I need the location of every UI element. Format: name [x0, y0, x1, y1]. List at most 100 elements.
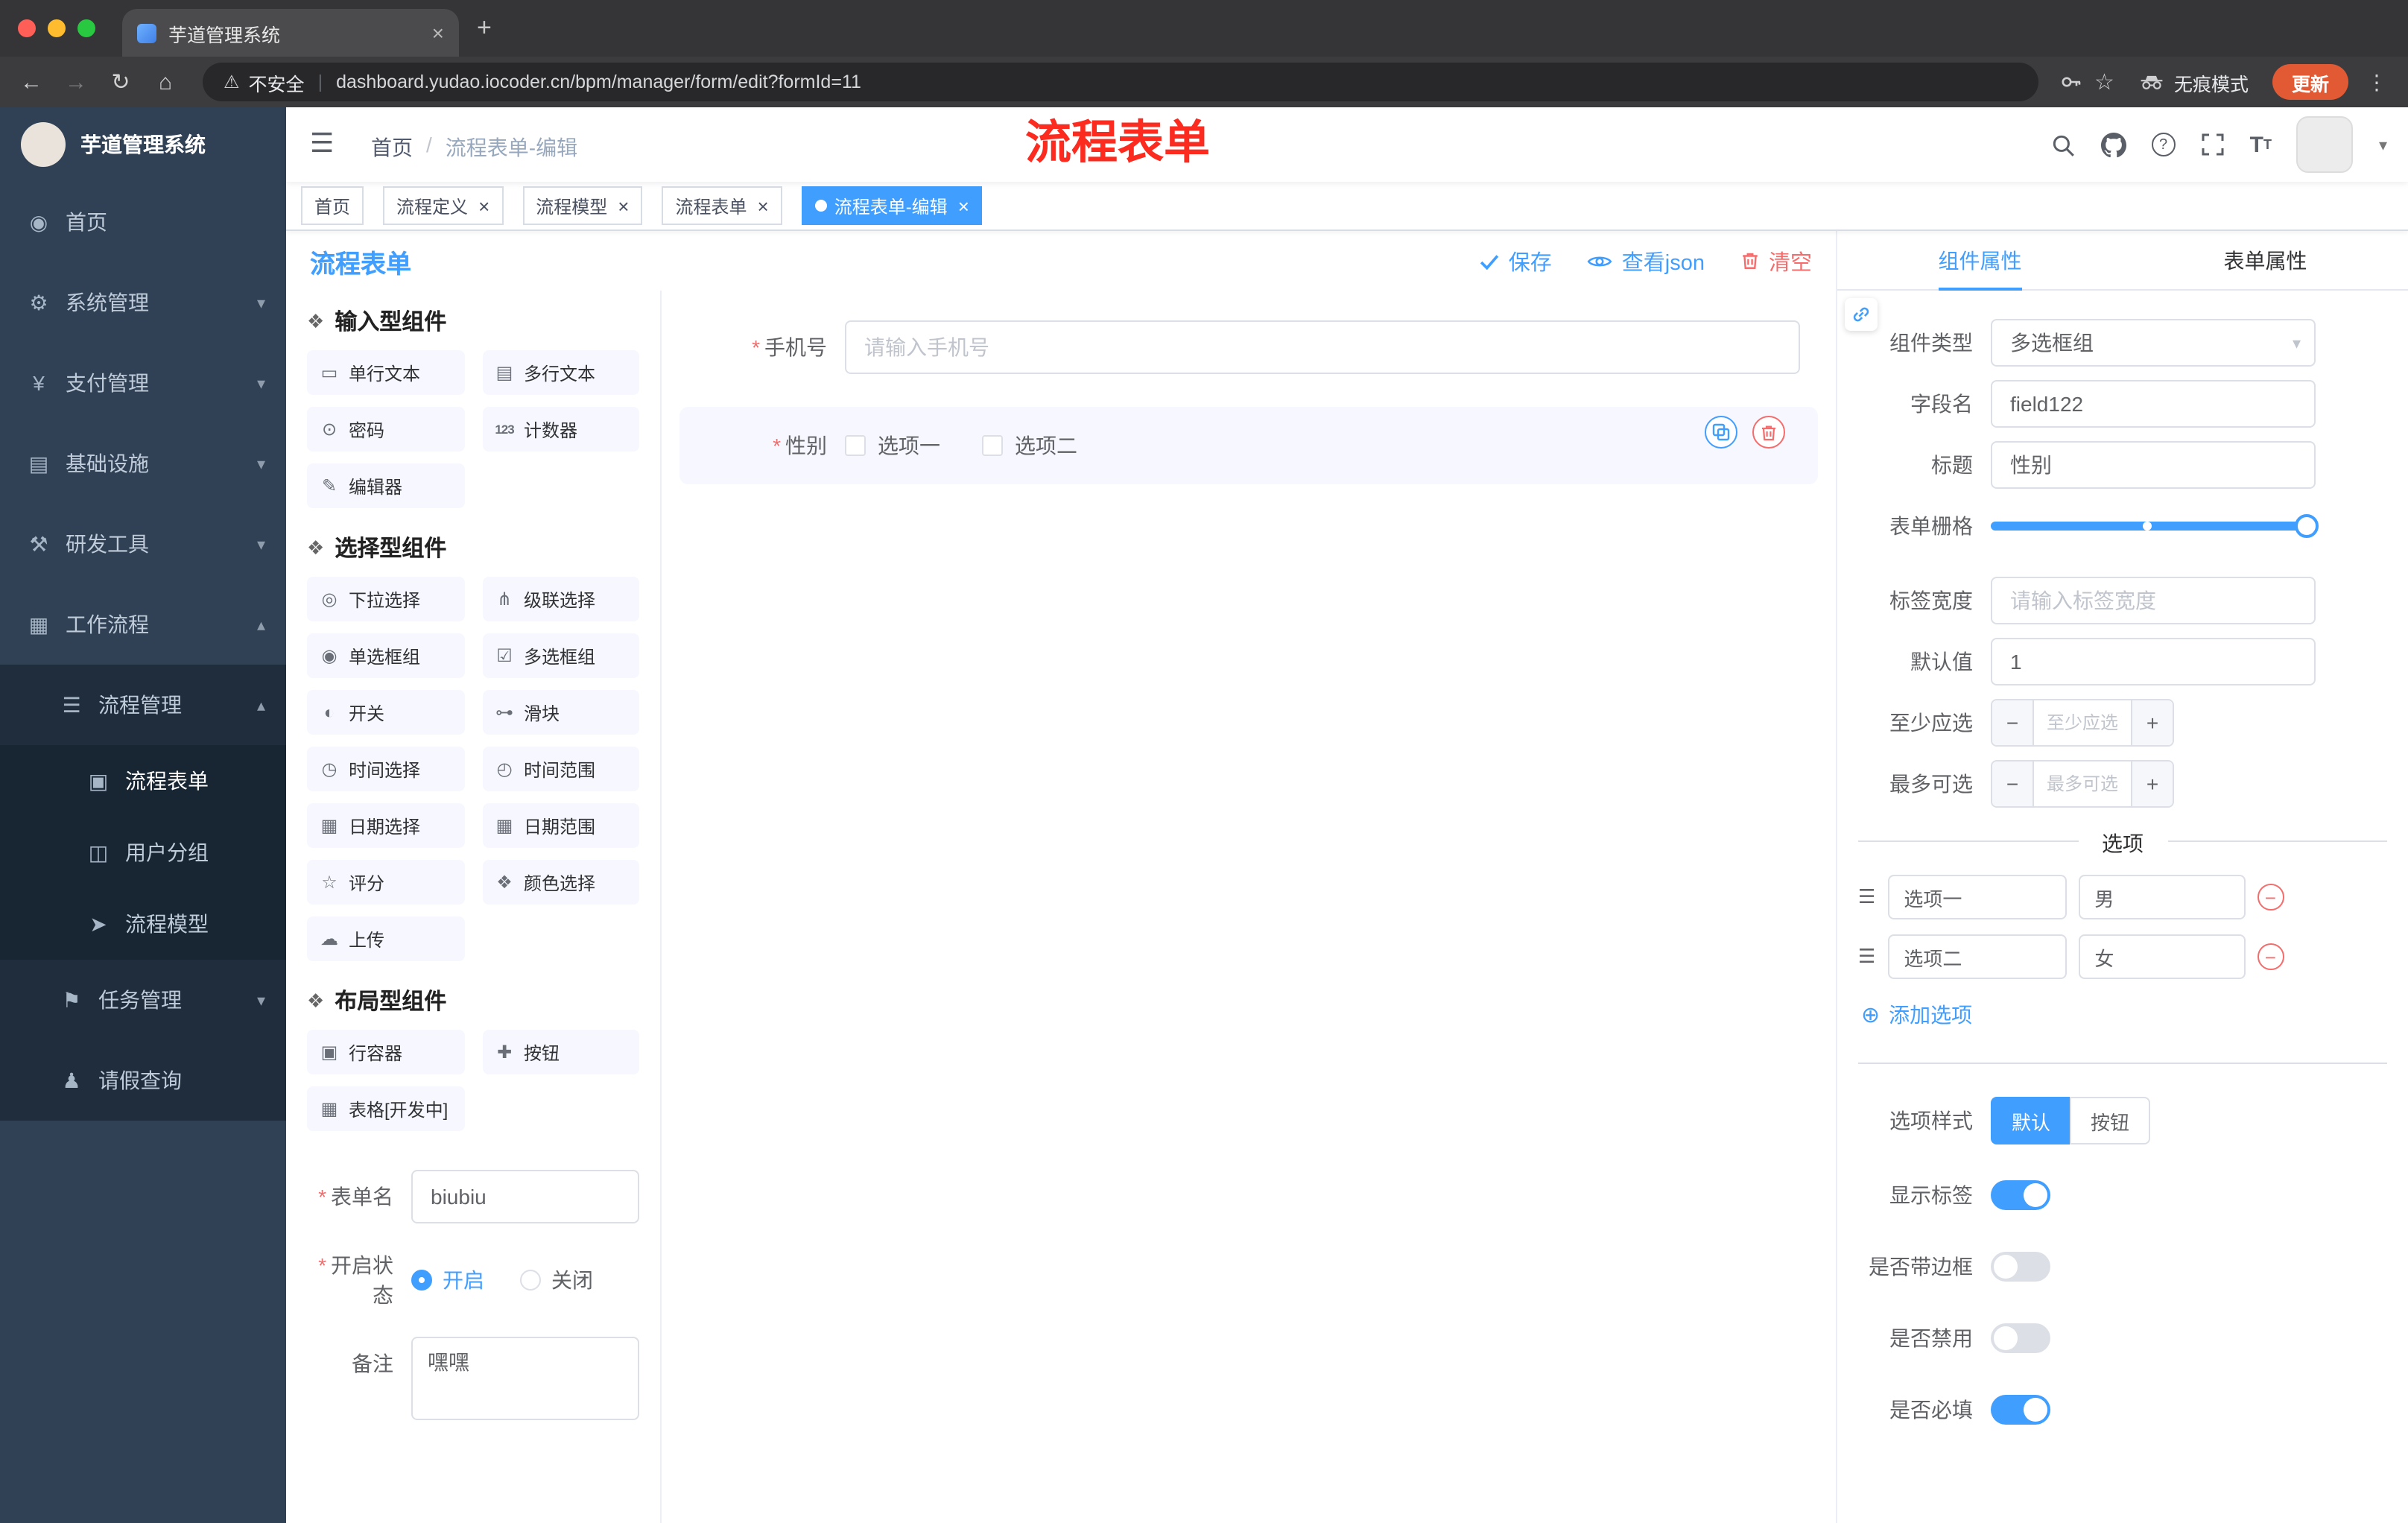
- component-checkbox-group[interactable]: ☑ 多选框组: [482, 633, 639, 678]
- search-icon[interactable]: [2050, 132, 2076, 157]
- component-counter[interactable]: 123 计数器: [482, 407, 639, 452]
- github-icon[interactable]: [2100, 132, 2126, 157]
- sidebar-item-dev-tools[interactable]: ⚒ 研发工具 ▾: [0, 504, 286, 584]
- tag-process-model[interactable]: 流程模型 ×: [522, 186, 643, 225]
- toggle-with-border[interactable]: [1991, 1252, 2050, 1282]
- add-option-button[interactable]: ⊕ 添加选项: [1861, 1000, 2408, 1030]
- max-select-input[interactable]: [2034, 762, 2131, 806]
- remove-option-icon[interactable]: −: [2257, 943, 2284, 970]
- bookmark-star-icon[interactable]: ☆: [2094, 69, 2114, 95]
- component-password[interactable]: ⊙ 密码: [307, 407, 464, 452]
- component-date-picker[interactable]: ▦ 日期选择: [307, 803, 464, 848]
- component-color-picker[interactable]: ❖ 颜色选择: [482, 860, 639, 905]
- close-icon[interactable]: ×: [478, 194, 489, 217]
- decrease-button[interactable]: −: [1992, 762, 2034, 806]
- component-editor[interactable]: ✎ 编辑器: [307, 463, 464, 508]
- tag-home[interactable]: 首页: [301, 186, 364, 225]
- font-size-icon[interactable]: TT: [2250, 132, 2272, 157]
- checkbox-option-2[interactable]: 选项二: [982, 431, 1077, 460]
- toggle-disabled[interactable]: [1991, 1323, 2050, 1353]
- remark-textarea[interactable]: 嘿嘿: [411, 1337, 639, 1420]
- component-select[interactable]: ◎ 下拉选择: [307, 577, 464, 621]
- drag-handle-icon[interactable]: ☰: [1858, 885, 1875, 909]
- view-json-button[interactable]: 查看json: [1588, 245, 1705, 276]
- sidebar-item-process-model[interactable]: ➤ 流程模型: [0, 888, 286, 960]
- breadcrumb-root[interactable]: 首页: [371, 133, 413, 162]
- option-label-input[interactable]: [1887, 875, 2067, 919]
- tab-component-props[interactable]: 组件属性: [1837, 231, 2123, 289]
- sidebar-item-process-form[interactable]: ▣ 流程表单: [0, 745, 286, 817]
- sidebar-item-user-group[interactable]: ◫ 用户分组: [0, 817, 286, 888]
- component-single-line-text[interactable]: ▭ 单行文本: [307, 350, 464, 395]
- component-table-dev[interactable]: ▦ 表格[开发中]: [307, 1086, 464, 1131]
- form-grid-slider[interactable]: [1991, 502, 2319, 550]
- tag-process-form[interactable]: 流程表单 ×: [662, 186, 782, 225]
- status-off-radio[interactable]: 关闭: [520, 1265, 593, 1295]
- slider-handle[interactable]: [2295, 514, 2319, 538]
- option-value-input[interactable]: [2078, 934, 2246, 979]
- sidebar-item-leave-query[interactable]: ♟ 请假查询: [0, 1040, 286, 1121]
- label-width-input[interactable]: [1991, 577, 2316, 624]
- component-cascader[interactable]: ⋔ 级联选择: [482, 577, 639, 621]
- caret-down-icon[interactable]: ▾: [2379, 135, 2387, 154]
- component-row-container[interactable]: ▣ 行容器: [307, 1030, 464, 1074]
- title-input[interactable]: [1991, 441, 2316, 489]
- component-slider[interactable]: ⊶ 滑块: [482, 690, 639, 735]
- help-icon[interactable]: ?: [2151, 133, 2176, 156]
- home-button[interactable]: ⌂: [149, 69, 182, 95]
- update-button[interactable]: 更新: [2272, 64, 2348, 100]
- component-time-picker[interactable]: ◷ 时间选择: [307, 747, 464, 791]
- close-icon[interactable]: ×: [758, 194, 769, 217]
- toggle-show-label[interactable]: [1991, 1180, 2050, 1210]
- component-radio-group[interactable]: ◉ 单选框组: [307, 633, 464, 678]
- component-rate[interactable]: ☆ 评分: [307, 860, 464, 905]
- component-multi-line-text[interactable]: ▤ 多行文本: [482, 350, 639, 395]
- field-name-input[interactable]: [1991, 380, 2316, 428]
- fullscreen-icon[interactable]: [2201, 133, 2225, 156]
- component-upload[interactable]: ☁ 上传: [307, 916, 464, 961]
- sidebar-item-home[interactable]: ◉ 首页: [0, 182, 286, 262]
- increase-button[interactable]: +: [2131, 762, 2173, 806]
- component-button[interactable]: ✚ 按钮: [482, 1030, 639, 1074]
- checkbox-option-1[interactable]: 选项一: [845, 431, 940, 460]
- tab-close-icon[interactable]: ×: [432, 21, 444, 45]
- copy-field-button[interactable]: [1705, 416, 1737, 449]
- new-tab-button[interactable]: +: [477, 13, 492, 43]
- toggle-required[interactable]: [1991, 1395, 2050, 1425]
- tag-process-definition[interactable]: 流程定义 ×: [383, 186, 504, 225]
- tag-process-form-edit[interactable]: 流程表单-编辑 ×: [801, 186, 983, 225]
- key-icon[interactable]: [2059, 70, 2082, 94]
- option-value-input[interactable]: [2078, 875, 2246, 919]
- component-switch[interactable]: ◐ 开关: [307, 690, 464, 735]
- sidebar-item-infrastructure[interactable]: ▤ 基础设施 ▾: [0, 423, 286, 504]
- browser-tab[interactable]: 芋道管理系统 ×: [122, 9, 459, 57]
- sidebar-item-workflow[interactable]: ▦ 工作流程 ▴: [0, 584, 286, 665]
- save-button[interactable]: 保存: [1480, 245, 1552, 276]
- field-gender[interactable]: * 性别 选项一 选项二: [679, 407, 1818, 484]
- sidebar-item-system-management[interactable]: ⚙ 系统管理 ▾: [0, 262, 286, 343]
- style-button-button[interactable]: 按钮: [2070, 1097, 2151, 1144]
- form-name-input[interactable]: [411, 1170, 639, 1223]
- hamburger-icon[interactable]: ☰: [310, 128, 334, 159]
- menu-dots-icon[interactable]: ⋮: [2366, 69, 2387, 95]
- sidebar-item-task-management[interactable]: ⚑ 任务管理 ▾: [0, 960, 286, 1040]
- zoom-window-button[interactable]: [77, 19, 95, 37]
- form-canvas[interactable]: *手机号 *性别 选项一 选项二: [662, 291, 1836, 1523]
- field-phone[interactable]: * 手机号: [679, 308, 1818, 386]
- style-default-button[interactable]: 默认: [1991, 1097, 2070, 1144]
- forward-button[interactable]: →: [60, 69, 92, 95]
- status-on-radio[interactable]: 开启: [411, 1265, 484, 1295]
- remove-option-icon[interactable]: −: [2257, 884, 2284, 911]
- address-bar[interactable]: ⚠ 不安全 | dashboard.yudao.iocoder.cn/bpm/m…: [203, 63, 2038, 101]
- tab-form-props[interactable]: 表单属性: [2123, 231, 2408, 289]
- close-window-button[interactable]: [18, 19, 36, 37]
- reload-button[interactable]: ↻: [104, 69, 137, 95]
- sidebar-item-payment-management[interactable]: ¥ 支付管理 ▾: [0, 343, 286, 423]
- minimize-window-button[interactable]: [48, 19, 66, 37]
- close-icon[interactable]: ×: [618, 194, 629, 217]
- component-date-range[interactable]: ▦ 日期范围: [482, 803, 639, 848]
- delete-field-button[interactable]: [1752, 416, 1785, 449]
- sidebar-item-process-management[interactable]: ☰ 流程管理 ▴: [0, 665, 286, 745]
- back-button[interactable]: ←: [15, 69, 48, 95]
- default-value-input[interactable]: [1991, 638, 2316, 685]
